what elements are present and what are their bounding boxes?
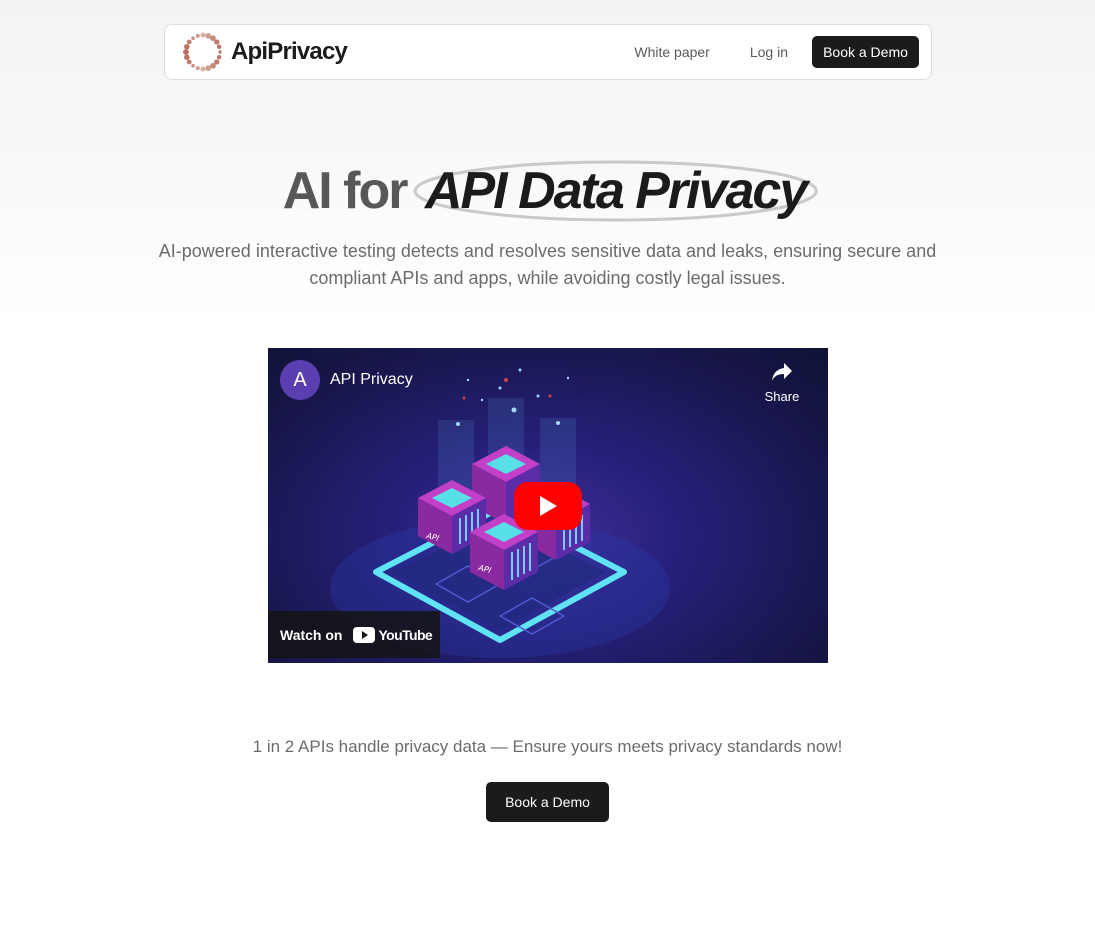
logo-dot	[191, 36, 195, 41]
nav-link-white-paper[interactable]: White paper	[634, 44, 709, 60]
youtube-logo: YouTube	[353, 626, 433, 643]
hero-title-plain: AI for	[282, 162, 409, 220]
logo-dot	[205, 65, 212, 72]
youtube-wordmark: YouTube	[378, 626, 433, 643]
dotted-ring-logo-icon	[183, 32, 222, 72]
video-title[interactable]: API Privacy	[330, 371, 413, 389]
watch-on-youtube-button[interactable]: Watch on YouTube	[268, 611, 440, 658]
hero-title-emphasis-wrap: API Data Privacy	[413, 158, 818, 224]
video-channel[interactable]: A API Privacy	[280, 360, 413, 400]
channel-avatar[interactable]: A	[280, 360, 320, 400]
logo-dot	[214, 39, 220, 45]
logo-dot	[186, 59, 192, 65]
share-arrow-icon	[772, 363, 792, 381]
nav-links: White paper Log in Book a Demo	[634, 36, 919, 68]
video-play-button[interactable]	[514, 482, 582, 530]
share-label: Share	[764, 389, 800, 404]
logo-dot	[191, 63, 195, 68]
logo-dot	[216, 44, 222, 49]
top-navbar: ApiPrivacy White paper Log in Book a Dem…	[164, 24, 932, 80]
brand-name: ApiPrivacy	[231, 38, 348, 65]
book-demo-cta-button[interactable]: Book a Demo	[486, 782, 609, 822]
logo-dot	[186, 39, 192, 45]
hero-title: AI for API Data Privacy	[0, 158, 1095, 224]
play-icon	[540, 496, 557, 516]
watch-on-label: Watch on	[280, 626, 343, 643]
hero-subtitle: AI-powered interactive testing detects a…	[158, 241, 937, 288]
logo-dot	[218, 50, 222, 54]
logo-dot	[184, 54, 190, 61]
brand-logo[interactable]: ApiPrivacy	[181, 30, 348, 74]
logo-dot	[216, 55, 222, 60]
book-demo-nav-button[interactable]: Book a Demo	[812, 36, 919, 68]
share-button[interactable]: Share	[764, 362, 800, 406]
logo-dot	[200, 32, 206, 38]
youtube-video-embed[interactable]: API API A API Privacy Share Watch on You…	[268, 348, 828, 663]
logo-dot	[183, 49, 189, 55]
logo-dot	[184, 43, 190, 50]
logo-dot	[200, 66, 206, 72]
youtube-play-icon	[353, 626, 376, 643]
logo-dot	[195, 33, 200, 38]
nav-link-login[interactable]: Log in	[750, 44, 788, 60]
cta-text: 1 in 2 APIs handle privacy data — Ensure…	[252, 737, 843, 756]
hero-title-emphasis: API Data Privacy	[424, 162, 808, 220]
logo-dot	[195, 66, 200, 71]
